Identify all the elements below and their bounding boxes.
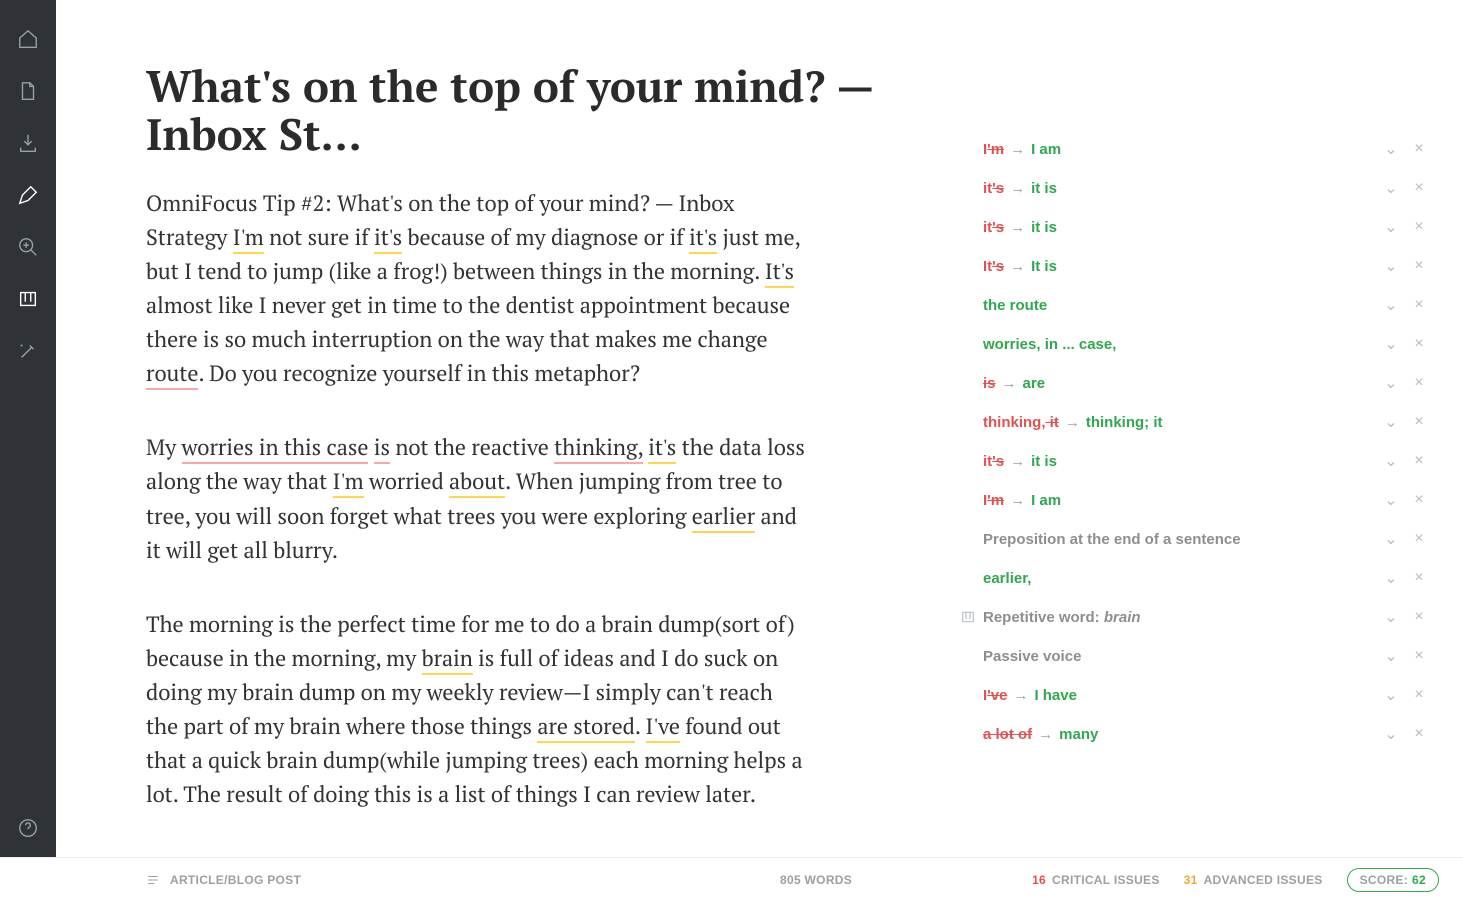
suggestion-text: It's→It is <box>983 258 1377 275</box>
suggestion-row[interactable]: It's→It is⌄× <box>953 247 1433 286</box>
suggestion-text: I've→I have <box>983 687 1377 704</box>
score-pill[interactable]: SCORE: 62 <box>1347 868 1439 892</box>
suggestion-text: earlier, <box>983 570 1377 587</box>
chevron-down-icon[interactable]: ⌄ <box>1377 295 1405 315</box>
critical-issues[interactable]: 16 CRITICAL ISSUES <box>1032 873 1160 887</box>
advanced-issues[interactable]: 31 ADVANCED ISSUES <box>1184 873 1323 887</box>
close-icon[interactable]: × <box>1405 491 1433 509</box>
word-count: 805 WORDS <box>780 873 852 887</box>
chevron-down-icon[interactable]: ⌄ <box>1377 568 1405 588</box>
suggestion-text: Preposition at the end of a sentence <box>983 531 1377 548</box>
doc-type-label: ARTICLE/BLOG POST <box>170 873 301 887</box>
chevron-down-icon[interactable]: ⌄ <box>1377 607 1405 627</box>
suggestion-text: a lot of→many <box>983 726 1377 743</box>
suggestion-row[interactable]: Preposition at the end of a sentence⌄× <box>953 520 1433 559</box>
suggestion-row[interactable]: earlier,⌄× <box>953 559 1433 598</box>
close-icon[interactable]: × <box>1405 608 1433 626</box>
suggestion-row[interactable]: I'm→I am⌄× <box>953 481 1433 520</box>
suggestion-row[interactable]: a lot of→many⌄× <box>953 715 1433 754</box>
suggestions-panel: I'm→I am⌄×it's→it is⌄×it's→it is⌄×It's→I… <box>953 0 1463 857</box>
suggestion-text: it's→it is <box>983 453 1377 470</box>
chevron-down-icon[interactable]: ⌄ <box>1377 334 1405 354</box>
suggestion-row[interactable]: thinking, it→thinking; it⌄× <box>953 403 1433 442</box>
suggestion-row[interactable]: it's→it is⌄× <box>953 208 1433 247</box>
close-icon[interactable]: × <box>1405 374 1433 392</box>
suggestion-row[interactable]: is→are⌄× <box>953 364 1433 403</box>
suggestion-text: thinking, it→thinking; it <box>983 414 1377 431</box>
suggestion-row[interactable]: it's→it is⌄× <box>953 169 1433 208</box>
suggestion-text: the route <box>983 297 1377 314</box>
close-icon[interactable]: × <box>1405 179 1433 197</box>
pen-icon[interactable] <box>17 184 39 206</box>
close-icon[interactable]: × <box>1405 218 1433 236</box>
chevron-down-icon[interactable]: ⌄ <box>1377 451 1405 471</box>
chevron-down-icon[interactable]: ⌄ <box>1377 256 1405 276</box>
suggestion-text: is→are <box>983 375 1377 392</box>
chevron-down-icon[interactable]: ⌄ <box>1377 373 1405 393</box>
close-icon[interactable]: × <box>1405 530 1433 548</box>
chevron-down-icon[interactable]: ⌄ <box>1377 685 1405 705</box>
close-icon[interactable]: × <box>1405 725 1433 743</box>
suggestion-text: it's→it is <box>983 180 1377 197</box>
suggestion-row[interactable]: Passive voice⌄× <box>953 637 1433 676</box>
suggestion-text: I'm→I am <box>983 141 1377 158</box>
book-icon <box>953 609 983 625</box>
dictionary-icon[interactable] <box>17 288 39 310</box>
import-icon[interactable] <box>17 132 39 154</box>
chevron-down-icon[interactable]: ⌄ <box>1377 412 1405 432</box>
suggestion-text: I'm→I am <box>983 492 1377 509</box>
chevron-down-icon[interactable]: ⌄ <box>1377 529 1405 549</box>
suggestion-text: worries, in ... case, <box>983 336 1377 353</box>
doc-type-indicator[interactable]: ARTICLE/BLOG POST <box>56 873 301 887</box>
close-icon[interactable]: × <box>1405 140 1433 158</box>
chevron-down-icon[interactable]: ⌄ <box>1377 178 1405 198</box>
zoom-text-icon[interactable] <box>17 236 39 258</box>
suggestion-row[interactable]: I've→I have⌄× <box>953 676 1433 715</box>
advanced-count: 31 <box>1184 873 1198 887</box>
suggestion-text: Passive voice <box>983 648 1377 665</box>
status-bar: ARTICLE/BLOG POST 805 WORDS 16 CRITICAL … <box>0 857 1463 902</box>
chevron-down-icon[interactable]: ⌄ <box>1377 139 1405 159</box>
suggestion-row[interactable]: Repetitive word: brain⌄× <box>953 598 1433 637</box>
editor-pane[interactable]: What's on the top of your mind? — Inbox … <box>56 0 953 857</box>
wand-icon[interactable] <box>17 340 39 362</box>
suggestion-row[interactable]: I'm→I am⌄× <box>953 130 1433 169</box>
close-icon[interactable]: × <box>1405 335 1433 353</box>
close-icon[interactable]: × <box>1405 452 1433 470</box>
suggestion-row[interactable]: it's→it is⌄× <box>953 442 1433 481</box>
document-title[interactable]: What's on the top of your mind? — Inbox … <box>146 62 913 159</box>
close-icon[interactable]: × <box>1405 257 1433 275</box>
chevron-down-icon[interactable]: ⌄ <box>1377 724 1405 744</box>
close-icon[interactable]: × <box>1405 686 1433 704</box>
chevron-down-icon[interactable]: ⌄ <box>1377 646 1405 666</box>
critical-count: 16 <box>1032 873 1046 887</box>
suggestion-row[interactable]: the route⌄× <box>953 286 1433 325</box>
chevron-down-icon[interactable]: ⌄ <box>1377 217 1405 237</box>
close-icon[interactable]: × <box>1405 296 1433 314</box>
critical-label: CRITICAL ISSUES <box>1052 873 1160 887</box>
suggestion-row[interactable]: worries, in ... case,⌄× <box>953 325 1433 364</box>
help-icon[interactable] <box>17 817 39 839</box>
document-body[interactable]: OmniFocus Tip #2: What's on the top of y… <box>146 187 806 857</box>
close-icon[interactable]: × <box>1405 569 1433 587</box>
chevron-down-icon[interactable]: ⌄ <box>1377 490 1405 510</box>
home-icon[interactable] <box>17 28 39 50</box>
close-icon[interactable]: × <box>1405 647 1433 665</box>
advanced-label: ADVANCED ISSUES <box>1204 873 1323 887</box>
score-label: SCORE: <box>1360 873 1408 887</box>
sidebar <box>0 0 56 857</box>
new-document-icon[interactable] <box>17 80 39 102</box>
close-icon[interactable]: × <box>1405 413 1433 431</box>
suggestion-text: Repetitive word: brain <box>983 609 1377 626</box>
score-value: 62 <box>1412 873 1426 887</box>
suggestion-text: it's→it is <box>983 219 1377 236</box>
